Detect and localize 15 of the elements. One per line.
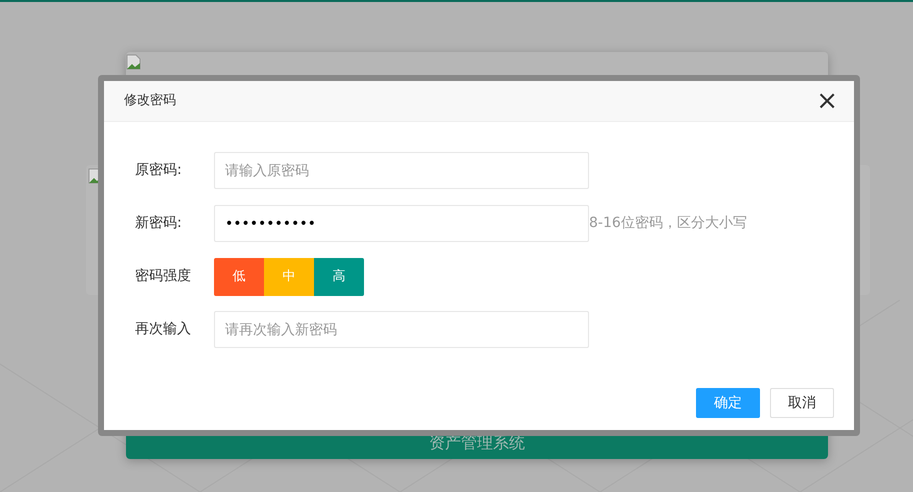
input-field[interactable]: 请输入原密码: [214, 152, 589, 189]
cancel-button[interactable]: 取消: [770, 388, 834, 418]
strength-segment: 低: [214, 258, 264, 296]
field-label: 密码强度: [135, 267, 192, 286]
input-field[interactable]: 请再次输入新密码: [214, 311, 589, 348]
strength-segment: 高: [314, 258, 364, 296]
hint-text: 8-16位密码，区分大小写: [589, 214, 747, 233]
broken-image-icon: [126, 54, 142, 70]
dialog-title: 修改密码: [124, 92, 176, 110]
strength-segment: 中: [264, 258, 314, 296]
input-field[interactable]: •••••••••••: [214, 205, 589, 242]
field-label: 原密码:: [135, 161, 183, 180]
field-label: 再次输入: [135, 320, 192, 339]
close-button[interactable]: ×: [816, 88, 838, 114]
field-label: 新密码:: [135, 214, 183, 233]
